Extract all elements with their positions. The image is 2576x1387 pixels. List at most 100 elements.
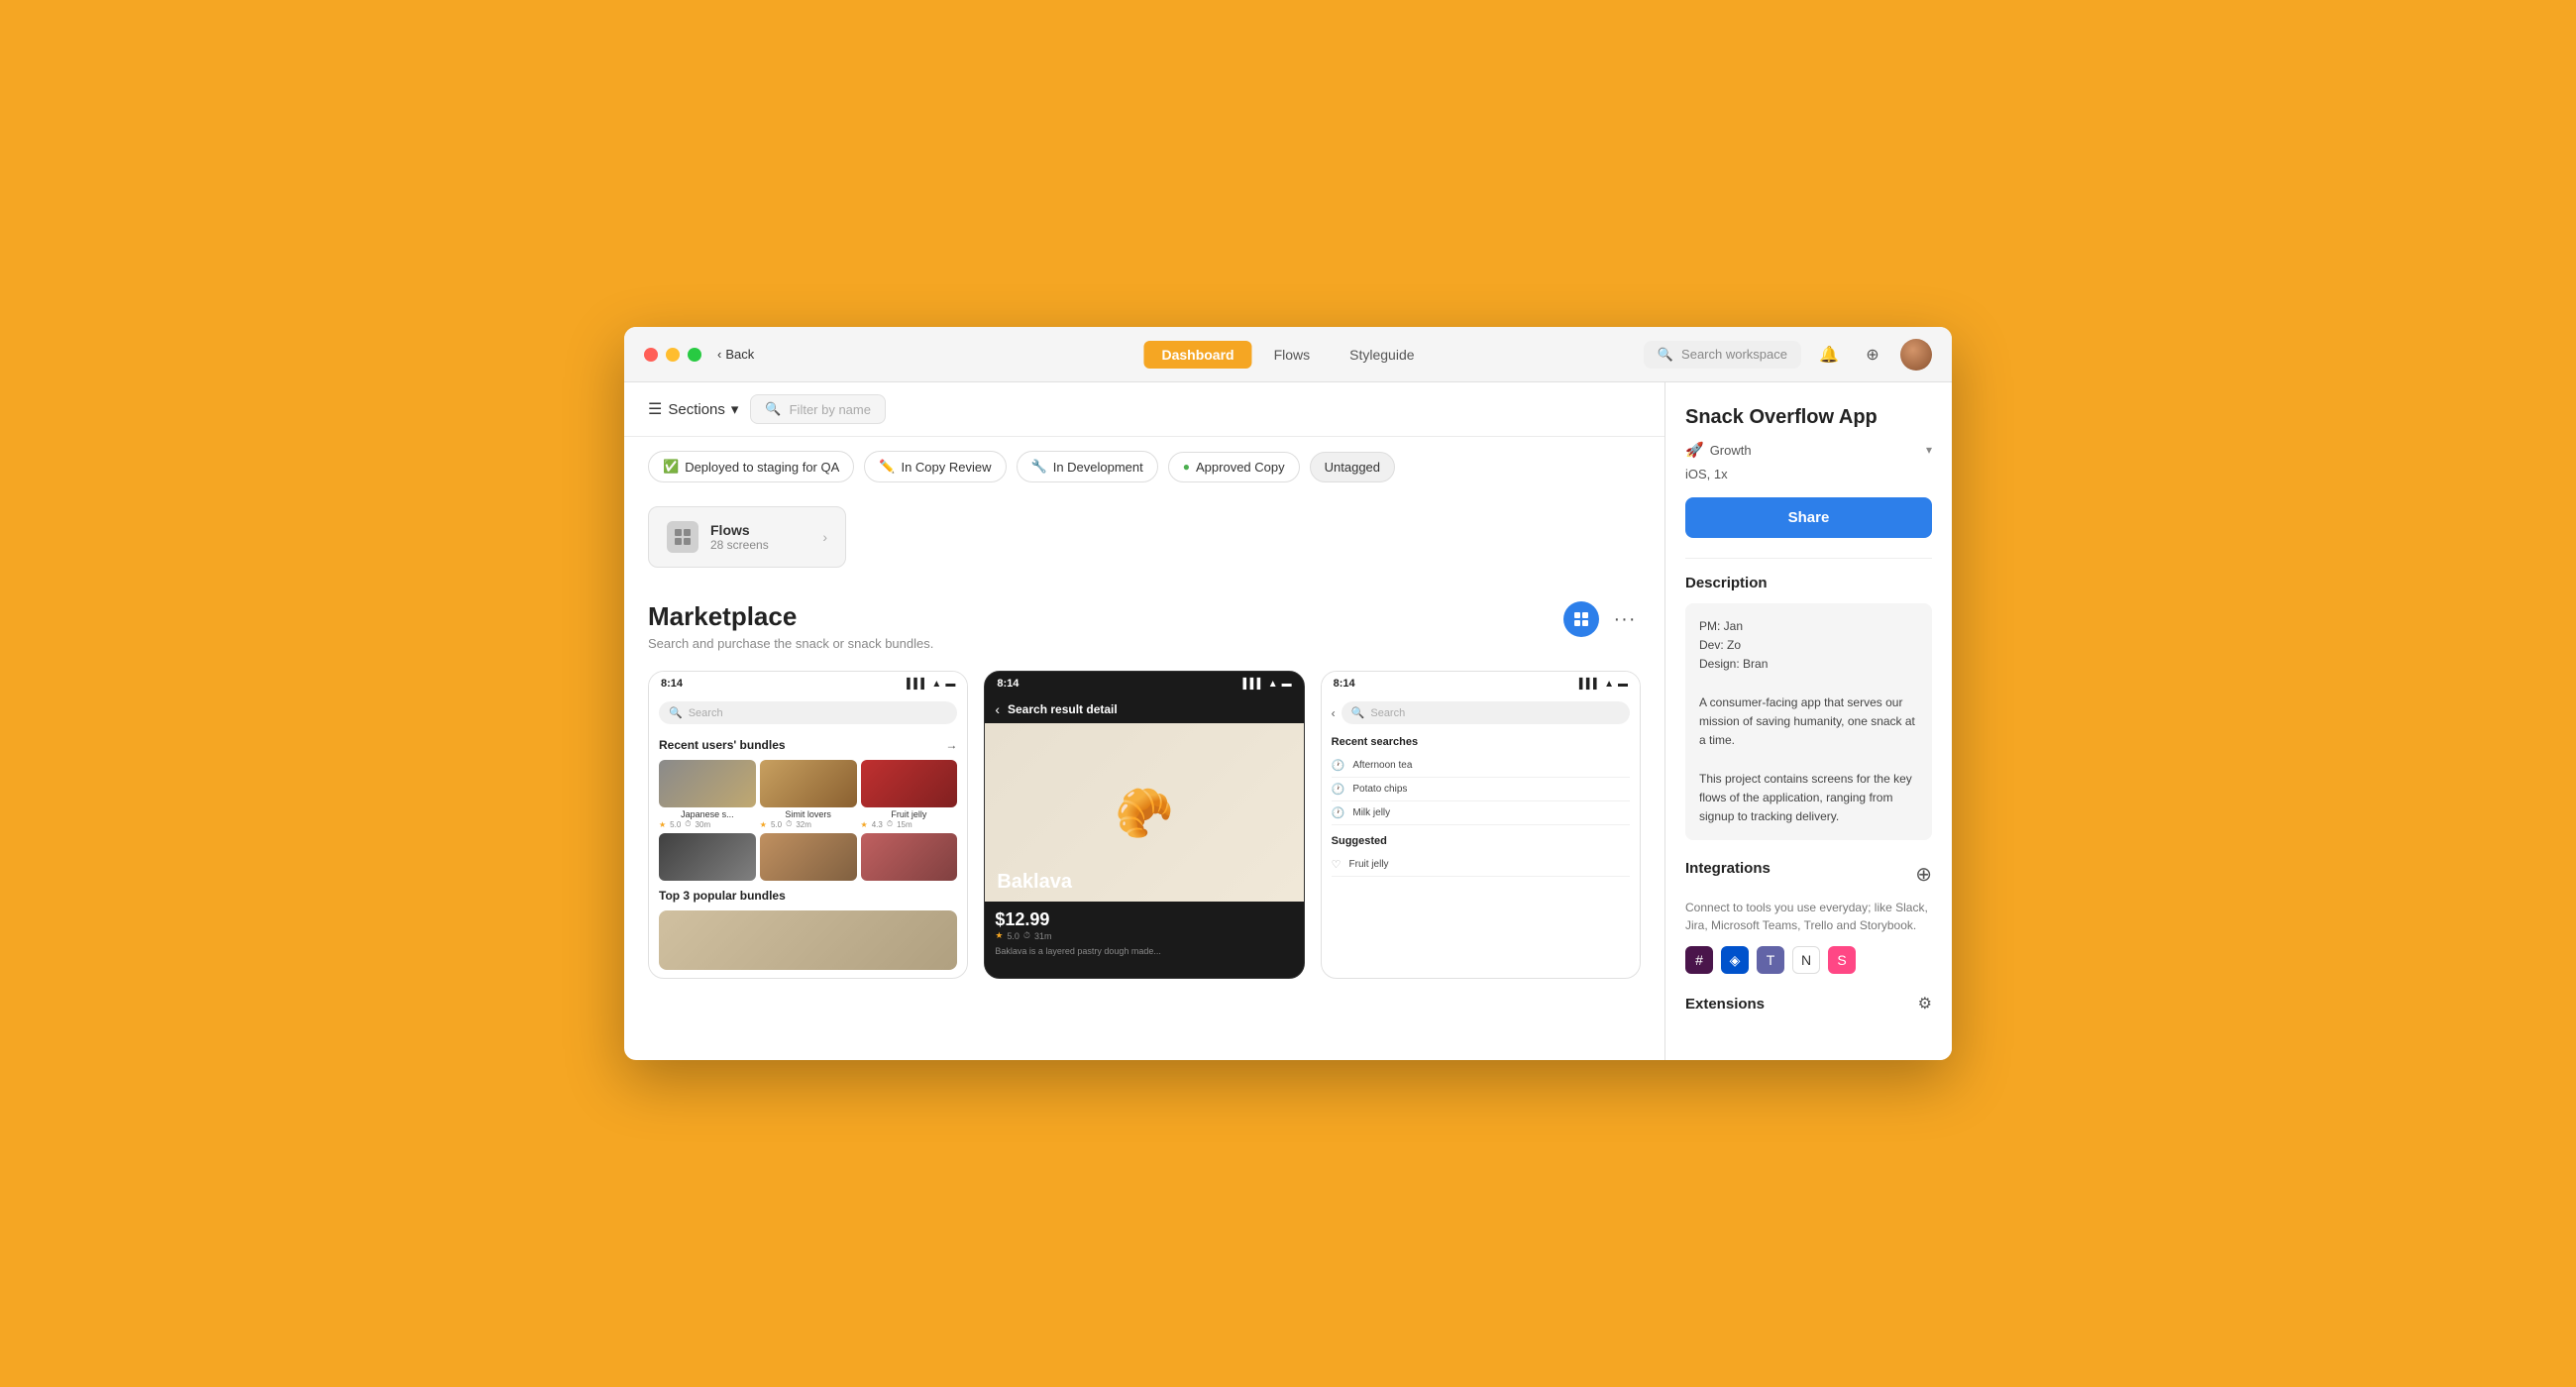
phone3-suggested-1: ♡ Fruit jelly — [1332, 853, 1630, 877]
heart-icon: ♡ — [1332, 858, 1342, 871]
close-button[interactable] — [644, 348, 658, 362]
share-screen-button[interactable] — [1563, 601, 1599, 637]
tab-styleguide[interactable]: Styleguide — [1332, 341, 1432, 369]
phone2-time-value: 31m — [1034, 931, 1052, 941]
tag-deployed[interactable]: ✅ Deployed to staging for QA — [648, 451, 854, 482]
bundle-img-oyster — [659, 760, 756, 807]
phone1-popular-header: Top 3 popular bundles — [659, 889, 957, 903]
phone2-nav: ‹ Search result detail — [985, 695, 1303, 723]
flows-card[interactable]: Flows 28 screens › — [648, 506, 846, 568]
phone2-description: Baklava is a layered pastry dough made..… — [995, 945, 1293, 958]
chevron-left-icon: ‹ — [717, 347, 721, 362]
tag-in-development[interactable]: 🔧 In Development — [1017, 451, 1158, 482]
phone3-search-row: ‹ 🔍 Search — [1322, 695, 1640, 730]
bundle-img-simit — [760, 833, 857, 881]
share-button[interactable]: Share — [1685, 497, 1932, 538]
bundle-img-red — [861, 760, 958, 807]
marketplace-header: Marketplace Search and purchase the snac… — [648, 578, 1641, 659]
clock-icon-1: 🕐 — [1332, 759, 1345, 772]
tag-untagged[interactable]: Untagged — [1310, 452, 1395, 482]
search-workspace[interactable]: 🔍 Search workspace — [1644, 341, 1801, 369]
fullscreen-button[interactable] — [688, 348, 701, 362]
sidebar-description-title: Description — [1685, 575, 1932, 591]
chevron-down-icon: ▾ — [1926, 443, 1932, 457]
sidebar-extensions-row: Extensions ⚙ — [1685, 994, 1932, 1014]
bundle-img-pastry — [760, 760, 857, 807]
clock-icon-2: 🕐 — [1332, 783, 1345, 796]
add-integration-button[interactable]: ⊕ — [1915, 862, 1932, 887]
extensions-filter-icon[interactable]: ⚙ — [1918, 994, 1932, 1014]
user-avatar[interactable] — [1900, 339, 1932, 371]
tag-copy-label: In Copy Review — [901, 460, 991, 475]
bundle-item-3: Fruit jelly ★4.3⏱15m — [861, 760, 958, 829]
notifications-button[interactable]: 🔔 — [1813, 339, 1845, 371]
phone2-status-icons: ▌▌▌ ▲ ▬ — [1242, 679, 1291, 690]
bundle-item-6 — [861, 833, 958, 881]
battery-icon3: ▬ — [1618, 679, 1628, 690]
marketplace-title-group: Marketplace Search and purchase the snac… — [648, 601, 933, 651]
marketplace-subtitle: Search and purchase the snack or snack b… — [648, 636, 933, 651]
teams-integration-icon[interactable]: T — [1757, 946, 1784, 974]
slack-integration-icon[interactable]: # — [1685, 946, 1713, 974]
toolbar: ☰ Sections ▾ 🔍 Filter by name — [624, 382, 1664, 437]
notion-integration-icon[interactable]: N — [1792, 946, 1820, 974]
tag-copy-review[interactable]: ✏️ In Copy Review — [864, 451, 1006, 482]
phone-mockup-2: 8:14 ▌▌▌ ▲ ▬ ‹ Search result detail — [984, 671, 1304, 979]
phone3-time: 8:14 — [1334, 678, 1355, 690]
sidebar-tag-row: 🚀 Growth ▾ — [1685, 441, 1932, 459]
bundle-meta-1: ★5.0⏱30m — [659, 819, 756, 829]
back-button[interactable]: ‹ Back — [717, 347, 754, 362]
titlebar-right: 🔍 Search workspace 🔔 ⊕ — [1644, 339, 1932, 371]
sections-icon: ☰ — [648, 399, 662, 419]
tag-approved-icon: ● — [1183, 460, 1190, 474]
storybook-integration-icon[interactable]: S — [1828, 946, 1856, 974]
minimize-button[interactable] — [666, 348, 680, 362]
integrations-icons-row: # ◈ T N S — [1685, 946, 1932, 974]
signal-icon: ▌▌▌ — [907, 679, 927, 690]
phone3-item-1: 🕐 Afternoon tea — [1332, 754, 1630, 778]
flows-subtitle: 28 screens — [710, 538, 810, 552]
sidebar-description-text: PM: Jan Dev: Zo Design: Bran A consumer-… — [1699, 617, 1918, 826]
phone3-item-3-label: Milk jelly — [1352, 807, 1390, 818]
more-options-button[interactable]: ··· — [1609, 603, 1641, 635]
popular-bundle-img — [659, 910, 957, 970]
sidebar-integrations-header: Integrations ⊕ — [1685, 860, 1932, 889]
tag-dev-label: In Development — [1053, 460, 1143, 475]
phone3-suggested-title: Suggested — [1332, 835, 1630, 847]
phone2-product-wrap: 🥐 Baklava — [985, 723, 1303, 902]
sidebar-growth-tag[interactable]: 🚀 Growth — [1685, 441, 1752, 459]
bundle-meta-3: ★4.3⏱15m — [861, 819, 958, 829]
tab-flows[interactable]: Flows — [1256, 341, 1329, 369]
tag-untagged-label: Untagged — [1325, 460, 1380, 475]
flows-section: Flows 28 screens › — [624, 496, 1664, 578]
sidebar-extensions-title: Extensions — [1685, 996, 1765, 1013]
phone2-status-bar: 8:14 ▌▌▌ ▲ ▬ — [985, 672, 1303, 695]
search-workspace-label: Search workspace — [1681, 347, 1787, 362]
tag-approved-copy[interactable]: ● Approved Copy — [1168, 452, 1300, 482]
filter-input[interactable]: 🔍 Filter by name — [750, 394, 886, 424]
sections-button[interactable]: ☰ Sections ▾ — [648, 399, 738, 419]
phone1-content: Recent users' bundles → Japanese s... ★5… — [649, 730, 967, 978]
bell-icon: 🔔 — [1819, 345, 1839, 365]
tab-dashboard[interactable]: Dashboard — [1143, 341, 1251, 369]
trello-integration-icon[interactable]: ◈ — [1721, 946, 1749, 974]
bundle-img-bowl — [659, 833, 756, 881]
sidebar-meta: iOS, 1x — [1685, 467, 1932, 481]
help-button[interactable]: ⊕ — [1857, 339, 1888, 371]
phone3-suggested-1-label: Fruit jelly — [1349, 859, 1389, 870]
bundle-img-jelly — [861, 833, 958, 881]
traffic-lights — [644, 348, 701, 362]
sidebar: Snack Overflow App 🚀 Growth ▾ iOS, 1x Sh… — [1664, 382, 1952, 1060]
wifi-icon2: ▲ — [1268, 679, 1278, 690]
phone3-search-placeholder: Search — [1370, 707, 1405, 719]
phone-mockup-3: 8:14 ▌▌▌ ▲ ▬ ‹ 🔍 Search — [1321, 671, 1641, 979]
phone3-search-icon: 🔍 — [1351, 706, 1365, 719]
main-content: ☰ Sections ▾ 🔍 Filter by name ✅ Deployed… — [624, 382, 1952, 1060]
flows-icon — [667, 521, 698, 553]
tags-row: ✅ Deployed to staging for QA ✏️ In Copy … — [624, 437, 1664, 496]
filter-placeholder: Filter by name — [790, 402, 871, 417]
tag-deployed-icon: ✅ — [663, 459, 679, 475]
sidebar-description-box: PM: Jan Dev: Zo Design: Bran A consumer-… — [1685, 603, 1932, 840]
phone3-item-1-label: Afternoon tea — [1352, 760, 1412, 771]
phone1-bundles-arrow: → — [945, 738, 957, 752]
